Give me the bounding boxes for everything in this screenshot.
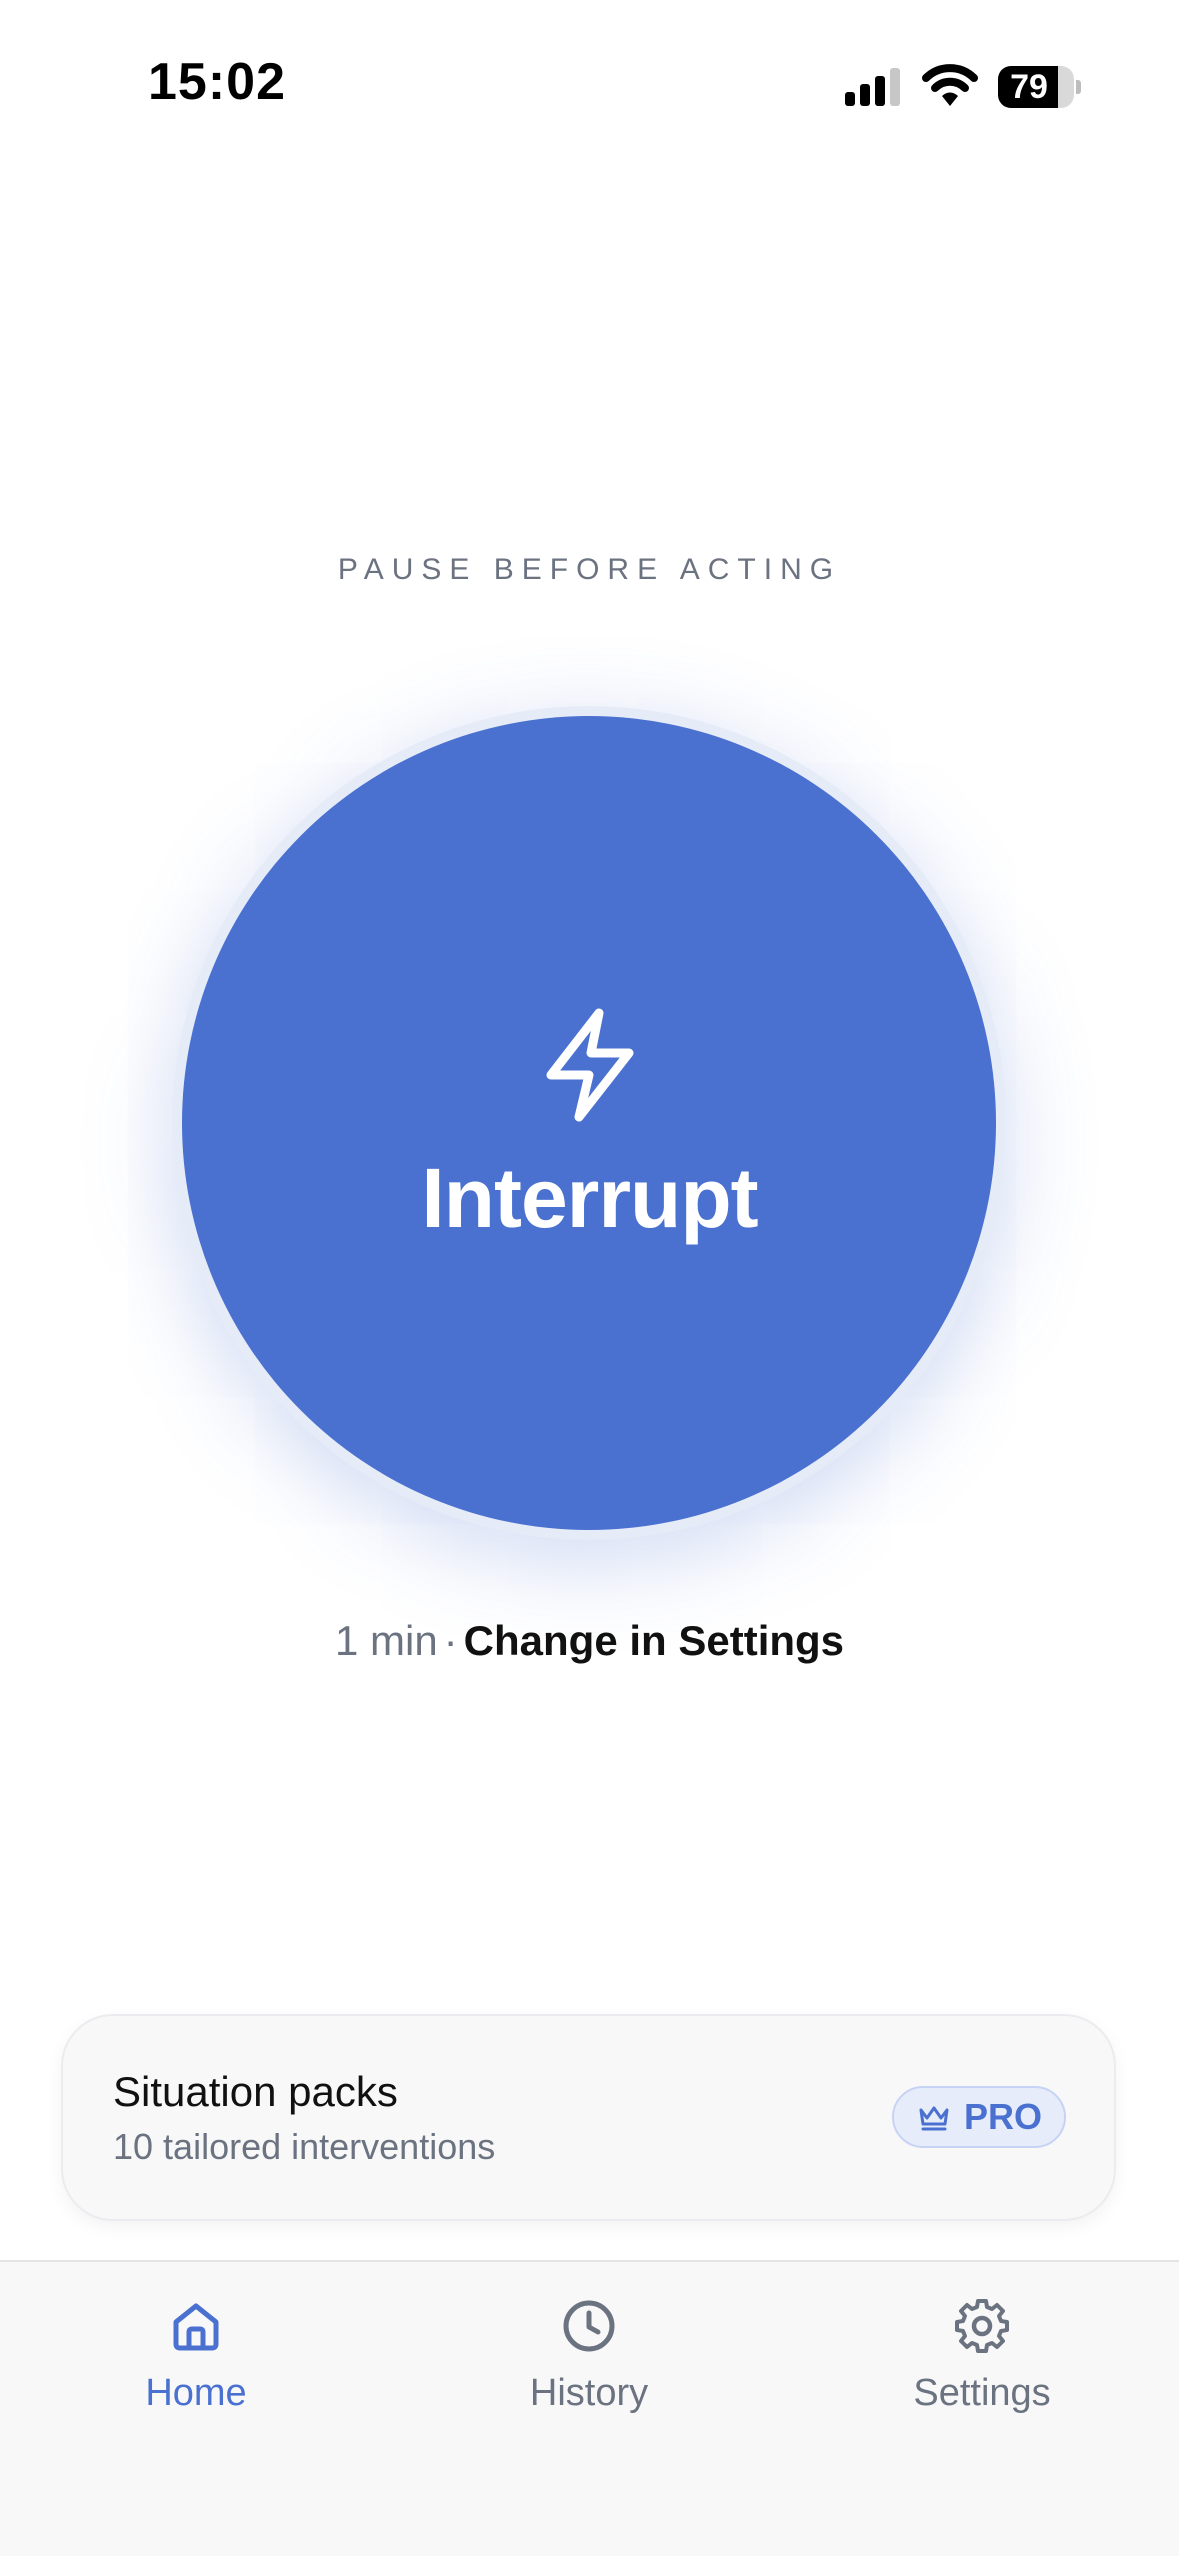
tab-settings[interactable]: Settings: [862, 2298, 1102, 2438]
wifi-icon: [922, 64, 978, 106]
interrupt-label: Interrupt: [421, 1151, 758, 1245]
gear-icon: [955, 2299, 1009, 2353]
battery-level: 79: [1010, 68, 1048, 106]
duration-separator: ·: [443, 1617, 458, 1664]
clock-icon: [563, 2300, 615, 2352]
change-in-settings-link[interactable]: Change in Settings: [464, 1617, 844, 1664]
situation-packs-card[interactable]: Situation packs 10 tailored intervention…: [61, 2014, 1116, 2221]
interrupt-button[interactable]: [182, 716, 996, 1530]
battery-cap: [1076, 80, 1081, 94]
packs-subtitle: 10 tailored interventions: [113, 2126, 496, 2167]
tab-settings-label: Settings: [913, 2372, 1051, 2414]
pro-badge[interactable]: PRO: [892, 2086, 1066, 2148]
status-time: 15:02: [148, 53, 286, 111]
battery-body: 79: [998, 66, 1074, 108]
duration-line: 1 min · Change in Settings: [0, 1617, 1179, 1665]
duration-value: 1 min: [334, 1617, 438, 1664]
tab-home[interactable]: Home: [76, 2298, 316, 2438]
pro-badge-label: PRO: [964, 2096, 1043, 2137]
tab-history-label: History: [529, 2372, 649, 2414]
tab-home-label: Home: [145, 2372, 247, 2414]
crown-icon: [919, 2106, 949, 2131]
battery-icon: 79: [998, 66, 1081, 108]
eyebrow-text: PAUSE BEFORE ACTING: [337, 553, 842, 586]
home-screen: 15:02 79 PAUSE BEFORE ACTING Interrupt 1…: [0, 0, 1179, 2556]
signal-icon: [845, 68, 900, 106]
home-icon: [173, 2303, 219, 2351]
status-bar: 15:02 79: [0, 0, 1179, 150]
lightning-bolt-icon: [546, 1008, 634, 1122]
tab-bar: Home History Settings: [0, 2260, 1179, 2556]
tab-history[interactable]: History: [469, 2298, 709, 2438]
packs-title: Situation packs: [113, 2068, 398, 2115]
